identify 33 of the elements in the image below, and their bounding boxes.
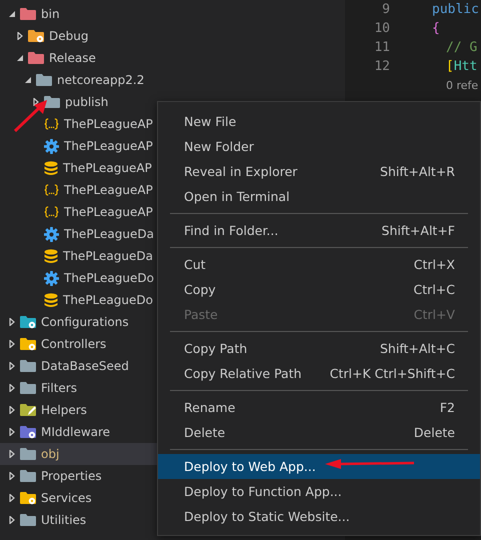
item-label: DataBaseSeed — [41, 359, 129, 373]
item-label: ThePLeagueAP — [64, 139, 153, 153]
item-label: publish — [65, 95, 108, 109]
item-label: Filters — [41, 381, 77, 395]
item-label: Utilities — [41, 513, 86, 527]
code-line: 0 refe — [446, 79, 478, 92]
item-label: Controllers — [41, 337, 106, 351]
line-number: 12 — [374, 59, 390, 74]
item-label: MIddleware — [41, 425, 110, 439]
item-label: ThePLeagueDo — [64, 271, 154, 285]
line-number: 11 — [374, 40, 390, 55]
item-label: ThePLeagueDa — [63, 249, 153, 263]
item-label: Services — [41, 491, 92, 505]
line-number: 9 — [382, 2, 390, 17]
code-line: public — [432, 2, 479, 17]
item-label: bin — [41, 7, 60, 21]
item-label: Release — [49, 51, 96, 65]
code-line: // G — [446, 40, 478, 55]
item-label: Properties — [41, 469, 102, 483]
item-label: Helpers — [41, 403, 87, 417]
item-label: Debug — [49, 29, 88, 43]
item-label: ThePLeagueDo — [63, 293, 153, 307]
item-label: ThePLeagueAP — [64, 205, 153, 219]
line-number: 10 — [374, 21, 390, 36]
code-line: { — [432, 21, 440, 36]
code-line: [Htt — [446, 59, 478, 74]
item-label: ThePLeagueDa — [64, 227, 154, 241]
item-label: netcoreapp2.2 — [57, 73, 144, 87]
item-label: ThePLeagueAP — [64, 183, 153, 197]
item-label: Configurations — [41, 315, 129, 329]
item-label: ThePLeagueAP — [64, 117, 153, 131]
item-label: ThePLeagueAP — [63, 161, 152, 175]
item-label: obj — [41, 447, 60, 461]
